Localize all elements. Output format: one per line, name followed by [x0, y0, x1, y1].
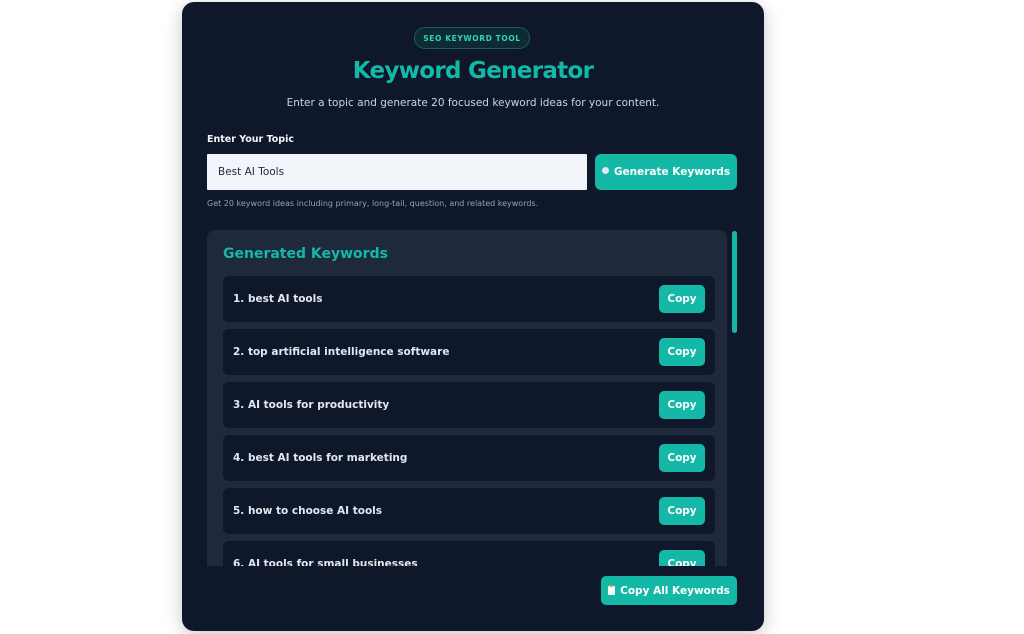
- topic-hint: Get 20 keyword ideas including primary, …: [207, 199, 539, 208]
- results-panel[interactable]: Generated Keywords 1. best AI tools Copy…: [207, 230, 727, 566]
- copy-keyword-button[interactable]: Copy: [659, 497, 705, 525]
- tool-badge: SEO KEYWORD TOOL: [414, 27, 530, 49]
- generate-keywords-label: Generate Keywords: [613, 166, 731, 178]
- topic-input[interactable]: [207, 154, 587, 190]
- keyword-list: 1. best AI tools Copy 2. top artificial …: [223, 276, 715, 566]
- copy-keyword-button[interactable]: Copy: [659, 550, 705, 566]
- keyword-text: 4. best AI tools for marketing: [233, 452, 408, 464]
- results-scrollbar-thumb[interactable]: [732, 231, 737, 333]
- page-subtitle: Enter a topic and generate 20 focused ke…: [286, 97, 660, 109]
- copy-all-keywords-button[interactable]: Copy All Keywords: [601, 576, 737, 605]
- sparkle-icon: [601, 166, 609, 174]
- keyword-row: 6. AI tools for small businesses Copy: [223, 541, 715, 566]
- keyword-row: 4. best AI tools for marketing Copy: [223, 435, 715, 481]
- generate-keywords-button[interactable]: Generate Keywords: [595, 154, 737, 190]
- copy-all-keywords-label: Copy All Keywords: [620, 584, 730, 597]
- results-title: Generated Keywords: [223, 246, 388, 262]
- keyword-text: 5. how to choose AI tools: [233, 505, 383, 517]
- keyword-text: 1. best AI tools: [233, 293, 323, 305]
- keyword-text: 2. top artificial intelligence software: [233, 346, 450, 358]
- copy-keyword-button[interactable]: Copy: [659, 338, 705, 366]
- topic-label: Enter Your Topic: [207, 134, 294, 145]
- keyword-row: 1. best AI tools Copy: [223, 276, 715, 322]
- keyword-row: 5. how to choose AI tools Copy: [223, 488, 715, 534]
- keyword-row: 3. AI tools for productivity Copy: [223, 382, 715, 428]
- keyword-generator-card: SEO KEYWORD TOOL Keyword Generator Enter…: [182, 2, 764, 631]
- keyword-text: 6. AI tools for small businesses: [233, 558, 418, 566]
- copy-keyword-button[interactable]: Copy: [659, 444, 705, 472]
- copy-keyword-button[interactable]: Copy: [659, 285, 705, 313]
- page-title: Keyword Generator: [352, 58, 594, 84]
- keyword-text: 3. AI tools for productivity: [233, 399, 390, 411]
- keyword-row: 2. top artificial intelligence software …: [223, 329, 715, 375]
- copy-keyword-button[interactable]: Copy: [659, 391, 705, 419]
- clipboard-icon: [608, 585, 616, 595]
